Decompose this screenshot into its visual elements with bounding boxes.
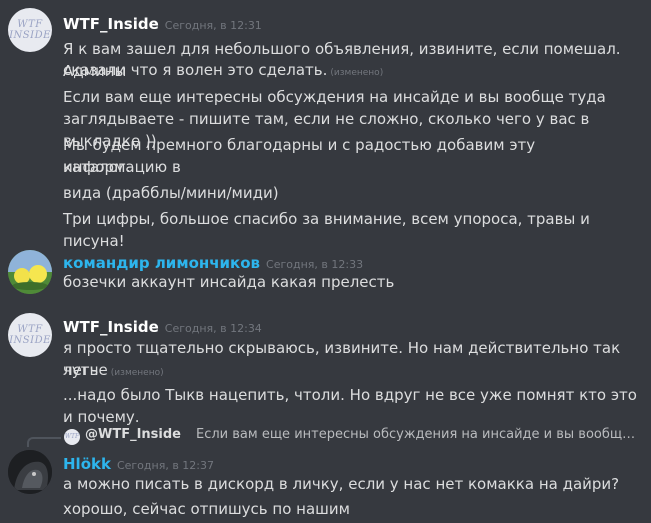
message-line: легче (изменено) [63,359,638,384]
username[interactable]: Hlökk [63,455,111,473]
message-line: каталог. [63,158,131,176]
timestamp: Сегодня, в 12:34 [164,322,262,335]
avatar[interactable]: WTF INSIDE [8,8,52,52]
avatar[interactable] [8,250,52,294]
message-text: сказали что я волен это сделать. [63,61,328,79]
reply-preview[interactable]: WTF @WTF_Inside Если вам еще интересны о… [27,427,647,447]
timestamp: Сегодня, в 12:31 [164,19,262,32]
avatar-image [8,450,52,494]
reply-avatar: WTF [64,429,80,445]
message-header: WTF_Inside Сегодня, в 12:31 [63,14,262,34]
timestamp: Сегодня, в 12:37 [116,459,214,472]
avatar-logo-text: WTF INSIDE [9,19,51,41]
message-line: сказали что я волен это сделать. (изменен… [63,59,638,84]
avatar-logo-text: WTF INSIDE [9,324,51,346]
message-line: ...надо было Тыкв нацепить, чтоли. Но вд… [63,386,637,426]
username[interactable]: WTF_Inside [63,318,159,336]
avatar[interactable]: WTF INSIDE [8,313,52,357]
reply-spine [27,437,61,447]
edited-label: (изменено) [330,68,384,78]
message-line: а можно писать в дискорд в личку, если у… [63,475,620,493]
username[interactable]: командир лимончиков [63,254,260,272]
message-header: командир лимончиков Сегодня, в 12:33 [63,253,363,273]
message-line: Три цифры, большое спасибо за внимание, … [63,210,590,250]
message-text: легче [63,361,108,379]
message-header: Hlökk Сегодня, в 12:37 [63,454,214,474]
avatar-image [8,250,52,294]
message-line: бозечки аккаунт инсайда какая прелесть [63,273,395,291]
username[interactable]: WTF_Inside [63,15,159,33]
timestamp: Сегодня, в 12:33 [266,258,364,271]
message-line: хорошо, сейчас отпишусь по нашим [63,500,350,518]
edited-label: (изменено) [110,368,164,378]
avatar[interactable] [8,450,52,494]
message-line: вида (драбблы/мини/миди) [63,184,279,202]
message-header: WTF_Inside Сегодня, в 12:34 [63,317,262,337]
message-line: Если вам еще интересны обсуждения на инс… [63,88,606,106]
reply-text[interactable]: Если вам еще интересны обсуждения на инс… [196,427,636,442]
reply-author[interactable]: @WTF_Inside [85,427,181,442]
